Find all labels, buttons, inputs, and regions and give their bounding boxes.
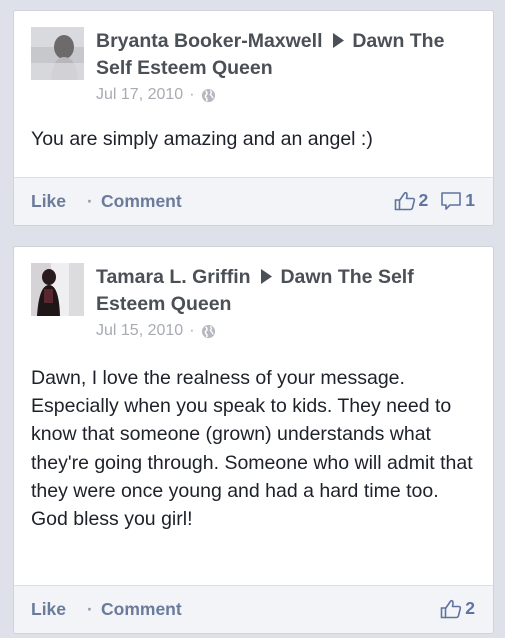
- post-actions-bar: Like · Comment 2 1: [14, 177, 493, 225]
- post-heading: Bryanta Booker-Maxwell Dawn The Self Est…: [96, 28, 479, 82]
- comment-button[interactable]: Comment: [101, 191, 182, 212]
- play-arrow-icon: [332, 33, 344, 48]
- post-meta: Jul 17, 2010 ·: [96, 86, 216, 104]
- post-card: Bryanta Booker-Maxwell Dawn The Self Est…: [13, 10, 494, 226]
- like-count[interactable]: 2: [394, 190, 429, 211]
- post-actions-bar: Like · Comment 2: [14, 585, 493, 633]
- meta-separator: ·: [189, 322, 195, 339]
- like-button[interactable]: Like: [31, 191, 66, 212]
- post-message: You are simply amazing and an angel :): [31, 128, 373, 150]
- post-date[interactable]: Jul 15, 2010: [96, 322, 183, 340]
- like-count-value: 2: [418, 190, 429, 210]
- thumbs-up-icon: [440, 599, 462, 618]
- globe-icon: [201, 88, 215, 102]
- globe-icon: [201, 324, 215, 338]
- post-counts: 2 1: [394, 190, 475, 211]
- post-card: Tamara L. Griffin Dawn The Self Esteem Q…: [13, 246, 494, 634]
- like-button[interactable]: Like: [31, 599, 66, 620]
- play-arrow-icon: [261, 269, 273, 284]
- post-date[interactable]: Jul 17, 2010: [96, 86, 183, 104]
- meta-separator: ·: [189, 86, 195, 103]
- thumbs-up-icon: [394, 191, 415, 210]
- post-heading: Tamara L. Griffin Dawn The Self Esteem Q…: [96, 264, 479, 318]
- like-count[interactable]: 2: [440, 598, 475, 619]
- comment-button[interactable]: Comment: [101, 599, 182, 620]
- like-count-value: 2: [465, 598, 475, 618]
- author-name[interactable]: Bryanta Booker-Maxwell: [96, 30, 323, 52]
- action-separator: ·: [87, 599, 93, 619]
- author-name[interactable]: Tamara L. Griffin: [96, 266, 251, 288]
- action-separator: ·: [87, 191, 93, 211]
- comment-count-value: 1: [465, 190, 475, 210]
- avatar[interactable]: [31, 27, 84, 80]
- post-counts: 2: [440, 598, 475, 619]
- comment-bubble-icon: [441, 191, 462, 210]
- avatar[interactable]: [31, 263, 84, 316]
- comment-count[interactable]: 1: [440, 190, 475, 211]
- post-message: Dawn, I love the realness of your messag…: [31, 367, 473, 531]
- post-meta: Jul 15, 2010 ·: [96, 322, 216, 340]
